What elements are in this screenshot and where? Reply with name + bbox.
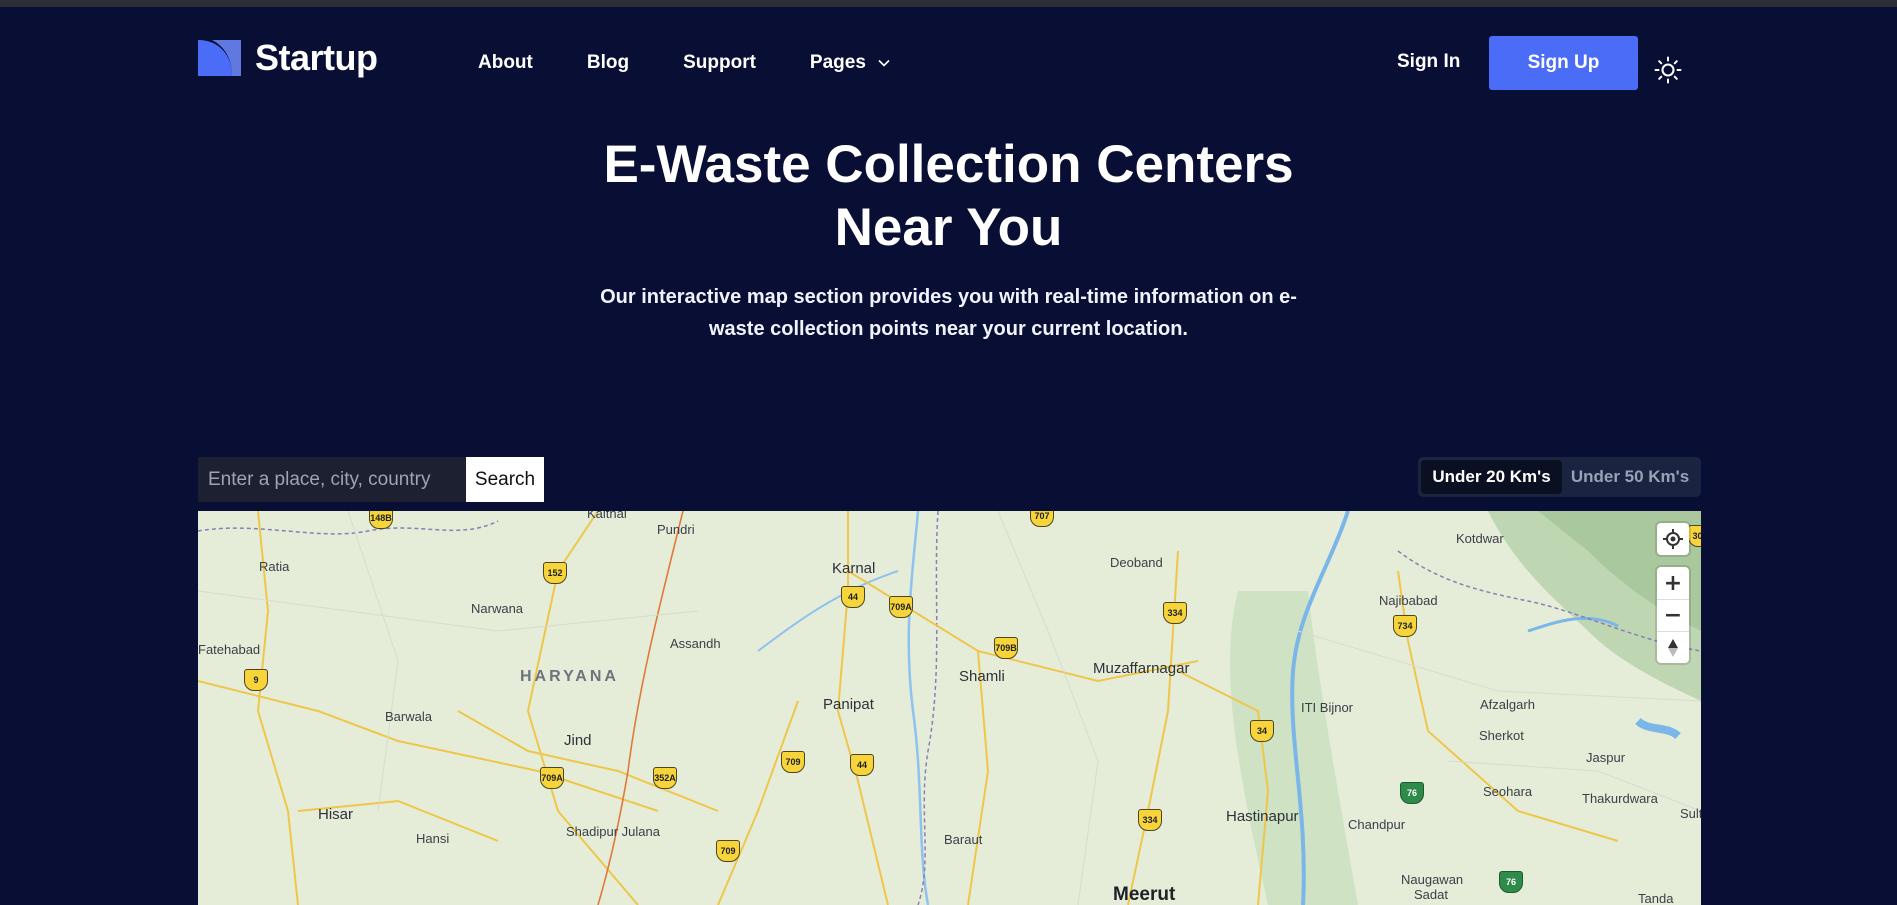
map-label-sherkot: Sherkot xyxy=(1479,728,1524,743)
brand-name: Startup xyxy=(255,37,378,78)
highway-shield: 148B xyxy=(369,511,393,529)
map-label-najibabad: Najibabad xyxy=(1379,593,1438,608)
page-description-line1: Our interactive map section provides you… xyxy=(600,286,1297,308)
nav-support[interactable]: Support xyxy=(683,52,756,74)
page-description-line2: waste collection points near your curren… xyxy=(709,318,1188,340)
map-label-meerut: Meerut xyxy=(1113,884,1176,905)
sign-in-link[interactable]: Sign In xyxy=(1397,51,1460,73)
map-label-thakurdwara: Thakurdwara xyxy=(1582,791,1658,806)
highway-shield: 709 xyxy=(716,840,740,862)
page-description: Our interactive map section provides you… xyxy=(0,281,1897,345)
map-label-seohara: Seohara xyxy=(1483,784,1533,799)
map-label-hansi: Hansi xyxy=(416,831,450,846)
highway-shield: 707 xyxy=(1030,511,1054,527)
highway-shield: 709A xyxy=(540,767,564,789)
map-label-kotdwar: Kotdwar xyxy=(1456,531,1504,546)
nav-pages-label: Pages xyxy=(809,52,866,73)
zoom-controls: + − xyxy=(1657,567,1689,663)
chevron-down-icon xyxy=(878,59,890,67)
radius-50km-option[interactable]: Under 50 Km's xyxy=(1562,460,1698,494)
main-menu: About Blog Support Pages xyxy=(478,52,944,74)
map-label-kaithal: Kaithal xyxy=(587,511,627,521)
location-search: Search xyxy=(198,457,544,502)
sun-icon[interactable] xyxy=(1654,56,1682,84)
nav-support-label: Support xyxy=(683,52,756,73)
collection-centers-map[interactable]: Kaithal Pundri Ratia Karnal Deoband Kotd… xyxy=(198,511,1701,905)
browser-top-strip xyxy=(0,0,1897,7)
map-label-karnal: Karnal xyxy=(832,560,876,577)
highway-shield: 44 xyxy=(850,754,874,776)
highway-shield: 734 xyxy=(1393,615,1417,637)
highway-shield: 44 xyxy=(841,586,865,608)
map-label-pundri: Pundri xyxy=(657,522,695,537)
logo-icon xyxy=(198,40,241,76)
map-label-sulta: Sulta xyxy=(1680,806,1701,821)
zoom-in-button[interactable]: + xyxy=(1657,567,1689,599)
nav-blog[interactable]: Blog xyxy=(587,52,629,74)
highway-shield: 76 xyxy=(1400,782,1424,804)
map-label-narwana: Narwana xyxy=(471,601,524,616)
highway-shield: 76 xyxy=(1499,871,1523,893)
map-label-hisar: Hisar xyxy=(318,806,354,823)
map-label-hastinapur: Hastinapur xyxy=(1226,808,1299,825)
highway-shield: 352A xyxy=(653,767,677,789)
nav-about[interactable]: About xyxy=(478,52,533,74)
geolocate-control xyxy=(1657,523,1689,555)
radius-20km-option[interactable]: Under 20 Km's xyxy=(1421,460,1562,494)
radius-toggle: Under 20 Km's Under 50 Km's xyxy=(1418,457,1701,497)
map-label-tanda: Tanda xyxy=(1638,891,1674,905)
map-label-iti-bijnor: ITI Bijnor xyxy=(1301,700,1354,715)
page-title: E-Waste Collection Centers Near You xyxy=(0,133,1897,259)
compass-icon[interactable] xyxy=(1657,631,1689,663)
map-label-barwala: Barwala xyxy=(385,709,432,724)
map-label-naugawan: Naugawan xyxy=(1401,872,1464,887)
map-label-assandh: Assandh xyxy=(670,636,721,651)
map-label-panipat: Panipat xyxy=(823,696,874,713)
map-label-jaspur: Jaspur xyxy=(1586,750,1626,765)
map-label-baraut: Baraut xyxy=(944,832,983,847)
sign-up-button[interactable]: Sign Up xyxy=(1489,36,1638,90)
map-label-shamli: Shamli xyxy=(959,668,1005,685)
highway-shield: 709B xyxy=(994,637,1018,659)
search-button[interactable]: Search xyxy=(466,457,544,502)
nav-pages-dropdown[interactable]: Pages xyxy=(810,52,890,74)
zoom-out-button[interactable]: − xyxy=(1657,599,1689,631)
map-label-muzaffarnagar: Muzaffarnagar xyxy=(1093,660,1190,677)
highway-shield: 709A xyxy=(889,596,913,618)
map-label-deoband: Deoband xyxy=(1110,555,1163,570)
map-label-chandpur: Chandpur xyxy=(1348,817,1406,832)
highway-shield: 307 xyxy=(1688,525,1701,547)
map-label-sadat: Sadat xyxy=(1414,887,1448,902)
highway-shield: 9 xyxy=(244,669,268,691)
map-label-shadipur-julana: Shadipur Julana xyxy=(566,824,660,839)
site-header: Startup About Blog Support Pages Sign In… xyxy=(0,7,1897,119)
map-label-afzalgarh: Afzalgarh xyxy=(1480,697,1535,712)
crosshair-icon[interactable] xyxy=(1657,523,1689,555)
location-search-input[interactable] xyxy=(198,457,466,502)
nav-about-label: About xyxy=(478,52,533,73)
page-title-line1: E-Waste Collection Centers xyxy=(603,135,1294,194)
highway-shield: 709 xyxy=(781,751,805,773)
map-label-jind: Jind xyxy=(564,732,592,749)
page-title-line2: Near You xyxy=(834,198,1063,257)
map-label-fatehabad: Fatehabad xyxy=(198,642,261,657)
highway-shield: 334 xyxy=(1163,602,1187,624)
nav-blog-label: Blog xyxy=(586,52,630,73)
map-label-haryana: HARYANA xyxy=(520,668,619,685)
map-label-ratia: Ratia xyxy=(259,559,290,574)
highway-shield: 34 xyxy=(1250,720,1274,742)
brand-logo[interactable]: Startup xyxy=(198,37,378,79)
highway-shield: 334 xyxy=(1138,809,1162,831)
highway-shield: 152 xyxy=(543,562,567,584)
